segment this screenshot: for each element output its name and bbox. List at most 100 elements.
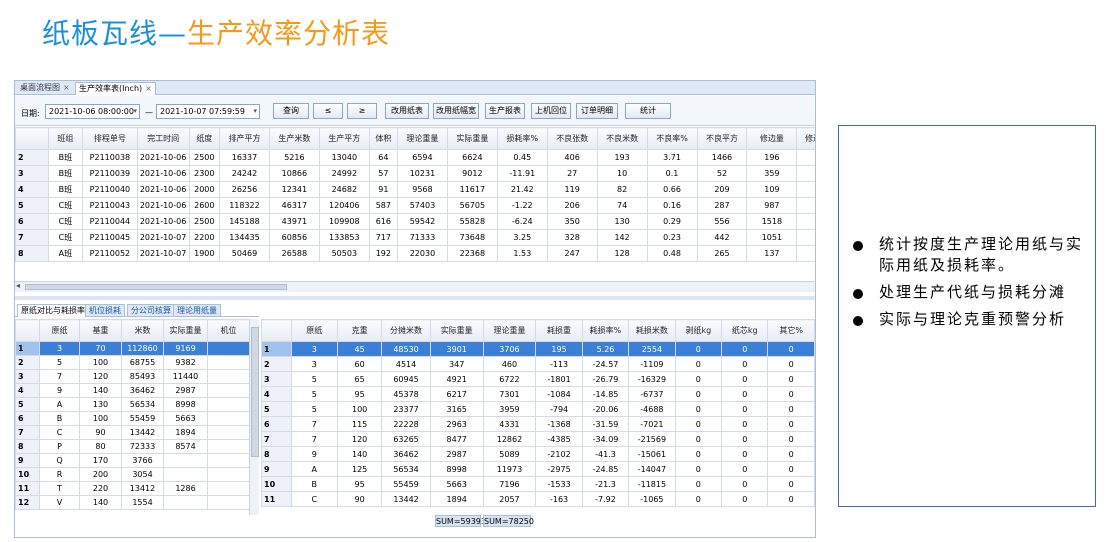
table-cell[interactable]: 195 [535, 341, 583, 357]
table-cell[interactable]: 287 [696, 197, 748, 214]
table-cell[interactable]: 0 [767, 431, 815, 447]
table-cell[interactable]: 0 [721, 341, 769, 357]
table-cell[interactable]: 8998 [429, 461, 484, 477]
table-cell[interactable]: 3959 [482, 401, 537, 417]
table-cell[interactable]: 328 [546, 229, 598, 246]
table-cell[interactable]: 13442 [381, 491, 431, 507]
table-cell[interactable]: 3901 [429, 341, 484, 357]
table-row[interactable]: 8 P 80 72333 8574 [15, 439, 250, 454]
table-cell[interactable]: 7 [290, 416, 338, 432]
table-cell[interactable]: B班 [47, 181, 84, 198]
table-cell[interactable]: 1554 [121, 495, 164, 510]
table-cell[interactable]: 0 [767, 341, 815, 357]
table-cell[interactable]: 1518 [746, 213, 798, 230]
table-cell[interactable]: -24.57 [581, 356, 630, 372]
tab-efficiency[interactable]: 生产效率表(Inch) × [75, 82, 156, 95]
table-cell[interactable]: 8477 [429, 431, 484, 447]
table-cell[interactable]: 347 [429, 356, 484, 372]
table-cell[interactable]: 0 [767, 416, 815, 432]
table-cell[interactable]: 0.16 [646, 197, 698, 214]
table-cell[interactable]: 7301 [482, 386, 537, 402]
table-cell[interactable]: 64 [368, 149, 398, 166]
table-cell[interactable]: 59542 [396, 213, 448, 230]
tab-paper-loss[interactable]: 原纸对比与耗损率 [17, 304, 89, 317]
column-header[interactable]: 完工时间 [136, 127, 190, 150]
table-cell[interactable]: 170 [79, 453, 122, 468]
column-header[interactable]: 理论重量 [396, 127, 448, 150]
table-cell[interactable]: 359 [746, 165, 798, 182]
table-row[interactable]: 2 B班 P2110038 2021-10-06 2500 16337 5216 13040 6… [15, 149, 815, 166]
table-cell[interactable]: 0 [721, 356, 769, 372]
table-cell[interactable]: 13412 [121, 481, 164, 496]
table-cell[interactable]: 0 [721, 371, 769, 387]
table-row[interactable]: 7 7 120 63265 8477 12862 -4385 -34.09 -21569 0 0 0 [261, 431, 815, 447]
table-cell[interactable]: P2110052 [82, 245, 138, 262]
column-header[interactable]: 克重 [336, 319, 383, 342]
table-cell[interactable]: 27 [546, 165, 598, 182]
table-cell[interactable]: -31.59 [581, 416, 630, 432]
table-cell[interactable]: -1368 [535, 416, 583, 432]
table-cell[interactable]: 130 [596, 213, 648, 230]
table-cell[interactable]: 6722 [482, 371, 537, 387]
table-row[interactable]: 9 Q 170 3766 [15, 453, 250, 468]
table-cell[interactable]: -41.3 [581, 446, 630, 462]
table-cell[interactable]: 350 [546, 213, 598, 230]
table-cell[interactable]: -20.06 [581, 401, 630, 417]
table-cell[interactable]: -1801 [535, 371, 583, 387]
table-cell[interactable]: -794 [535, 401, 583, 417]
table-cell[interactable]: 134435 [219, 229, 270, 246]
table-cell[interactable]: 406 [546, 149, 598, 166]
table-cell[interactable]: 2987 [163, 383, 208, 398]
table-cell[interactable]: 45378 [381, 386, 431, 402]
tab-theory-paper[interactable]: 理论用纸量 [173, 304, 221, 317]
table-cell[interactable]: 3054 [121, 467, 164, 482]
table-cell[interactable]: 9012 [446, 165, 498, 182]
table-cell[interactable]: 1466 [696, 149, 748, 166]
table-cell[interactable] [796, 229, 815, 246]
column-header[interactable]: 其它% [767, 319, 815, 342]
table-row[interactable]: 10 R 200 3054 [15, 467, 250, 482]
table-cell[interactable]: 22368 [446, 245, 498, 262]
table-cell[interactable]: -16329 [628, 371, 676, 387]
table-cell[interactable]: 119 [546, 181, 598, 198]
table-cell[interactable] [207, 383, 250, 398]
table-cell[interactable]: 23377 [381, 401, 431, 417]
table-cell[interactable]: 130 [79, 397, 122, 412]
table-cell[interactable]: 9382 [163, 355, 208, 370]
table-row[interactable]: 4 B班 P2110040 2021-10-06 2000 26256 12341 24682… [15, 181, 815, 198]
table-cell[interactable]: 1894 [429, 491, 484, 507]
table-cell[interactable]: 48530 [381, 341, 431, 357]
report-button[interactable]: 生产报表 [485, 103, 525, 119]
table-cell[interactable]: -1.22 [496, 197, 548, 214]
table-cell[interactable]: -4385 [535, 431, 583, 447]
table-cell[interactable]: 9568 [396, 181, 448, 198]
table-row[interactable]: 2 3 60 4514 347 460 -113 -24.57 -1109 0 0 0 [261, 356, 815, 372]
table-cell[interactable]: 74 [596, 197, 648, 214]
table-cell[interactable]: 0 [674, 416, 723, 432]
table-cell[interactable]: 0 [767, 476, 815, 492]
table-cell[interactable]: 0 [674, 371, 723, 387]
table-cell[interactable]: 36462 [121, 383, 164, 398]
table-cell[interactable]: 22228 [381, 416, 431, 432]
table-cell[interactable]: 460 [482, 356, 537, 372]
table-cell[interactable] [163, 495, 208, 510]
column-header[interactable]: 原纸 [290, 319, 338, 342]
table-cell[interactable]: 100 [336, 401, 383, 417]
table-cell[interactable]: C班 [47, 213, 84, 230]
table-cell[interactable]: -26.79 [581, 371, 630, 387]
table-cell[interactable]: 1894 [163, 425, 208, 440]
table-cell[interactable]: 2500 [188, 149, 221, 166]
table-cell[interactable]: 442 [696, 229, 748, 246]
column-header[interactable]: 修边量 [746, 127, 798, 150]
table-cell[interactable]: 1.53 [496, 245, 548, 262]
table-cell[interactable]: 192 [368, 245, 398, 262]
table-row[interactable]: 4 5 95 45378 6217 7301 -1084 -14.85 -6737 0 0 0 [261, 386, 815, 402]
table-cell[interactable]: P2110045 [82, 229, 138, 246]
table-cell[interactable]: 2021-10-06 [136, 165, 190, 182]
table-row[interactable]: 3 7 120 85493 11440 [15, 369, 250, 384]
table-cell[interactable] [796, 245, 815, 262]
table-cell[interactable]: 56534 [381, 461, 431, 477]
table-cell[interactable]: -7021 [628, 416, 676, 432]
table-cell[interactable]: 2600 [188, 197, 221, 214]
column-header[interactable]: 班组 [47, 127, 84, 150]
